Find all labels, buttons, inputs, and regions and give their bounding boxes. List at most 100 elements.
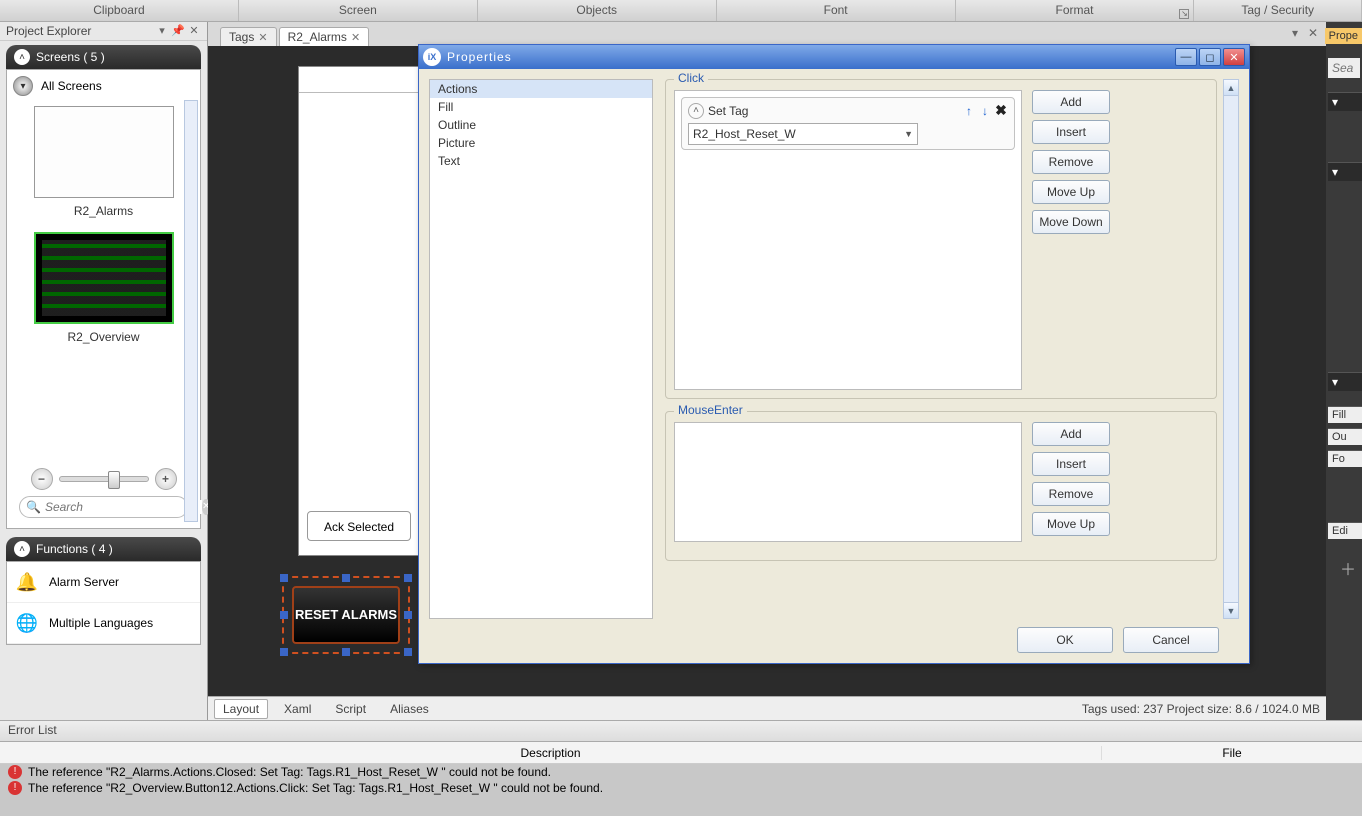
screens-accordion-header[interactable]: ˄ Screens ( 5 ) <box>6 45 201 69</box>
screen-thumb-r2-alarms[interactable] <box>34 106 174 198</box>
cancel-button[interactable]: Cancel <box>1123 627 1219 653</box>
insert-button[interactable]: Insert <box>1032 452 1110 476</box>
column-description[interactable]: Description <box>0 746 1102 760</box>
reset-alarms-button[interactable]: RESET ALARMS <box>292 586 400 644</box>
properties-panel-tab[interactable]: Prope <box>1325 28 1362 44</box>
ribbon-group-format[interactable]: Format↘ <box>956 0 1195 21</box>
view-tab-xaml[interactable]: Xaml <box>276 700 319 718</box>
scroll-down-icon[interactable]: ▼ <box>1224 602 1238 618</box>
ribbon-group-screen[interactable]: Screen <box>239 0 478 21</box>
status-text: Tags used: 237 Project size: 8.6 / 1024.… <box>1082 702 1320 716</box>
collapse-icon[interactable]: ˄ <box>688 103 704 119</box>
zoom-out-button[interactable]: − <box>31 468 53 490</box>
move-down-icon[interactable]: ↓ <box>978 104 992 118</box>
error-row[interactable]: ! The reference "R2_Overview.Button12.Ac… <box>0 780 1362 796</box>
bell-icon: 🔔 <box>13 568 41 596</box>
screens-search[interactable]: 🔍 ✕ <box>19 496 188 518</box>
tag-dropdown[interactable]: R2_Host_Reset_W▼ <box>688 123 918 145</box>
tabs-close-icon[interactable]: ✕ <box>1308 26 1318 40</box>
dialog-title: Properties <box>447 50 512 64</box>
error-text: The reference "R2_Alarms.Actions.Closed:… <box>28 765 551 779</box>
panel-pin-icon[interactable]: 📌 <box>171 24 185 38</box>
category-picture[interactable]: Picture <box>430 134 652 152</box>
move-down-button[interactable]: Move Down <box>1032 210 1110 234</box>
screens-list: ▾ All Screens R2_Alarms R2_Overview − + <box>6 69 201 529</box>
ack-selected-button[interactable]: Ack Selected <box>307 511 411 541</box>
remove-button[interactable]: Remove <box>1032 150 1110 174</box>
insert-button[interactable]: Insert <box>1032 120 1110 144</box>
all-screens-item[interactable]: ▾ All Screens <box>13 76 194 96</box>
mouseenter-actions-list <box>674 422 1022 542</box>
right-item-outline[interactable]: Ou <box>1328 428 1362 445</box>
error-icon: ! <box>8 765 22 779</box>
close-icon[interactable]: ✕ <box>351 31 360 44</box>
close-icon[interactable]: ✕ <box>258 31 267 44</box>
selected-element[interactable]: RESET ALARMS <box>282 576 410 654</box>
error-list-title[interactable]: Error List <box>0 720 1362 742</box>
delete-icon[interactable]: ✖ <box>994 102 1008 119</box>
click-event-group: Click ˄ Set Tag ↑ ↓ ✖ <box>665 79 1217 399</box>
right-section[interactable]: ▾ <box>1328 92 1362 111</box>
screens-scrollbar[interactable] <box>184 100 198 522</box>
view-tab-script[interactable]: Script <box>327 700 374 718</box>
dialog-scrollbar[interactable]: ▲ ▼ <box>1223 79 1239 619</box>
category-outline[interactable]: Outline <box>430 116 652 134</box>
panel-dropdown-icon[interactable]: ▾ <box>155 24 169 38</box>
error-row[interactable]: ! The reference "R2_Alarms.Actions.Close… <box>0 764 1362 780</box>
add-button[interactable]: Add <box>1032 422 1110 446</box>
add-button[interactable]: Add <box>1032 90 1110 114</box>
right-search[interactable] <box>1328 58 1360 78</box>
move-up-button[interactable]: Move Up <box>1032 512 1110 536</box>
remove-button[interactable]: Remove <box>1032 482 1110 506</box>
zoom-slider[interactable] <box>59 476 149 482</box>
tab-r2-alarms[interactable]: R2_Alarms✕ <box>279 27 370 46</box>
right-section[interactable]: ▾ <box>1328 372 1362 391</box>
format-dialog-launcher-icon[interactable]: ↘ <box>1179 9 1189 19</box>
ribbon-group-clipboard[interactable]: Clipboard <box>0 0 239 21</box>
tab-tags[interactable]: Tags✕ <box>220 27 277 46</box>
ribbon-group-objects[interactable]: Objects <box>478 0 717 21</box>
right-search-input[interactable] <box>1328 58 1360 78</box>
ok-button[interactable]: OK <box>1017 627 1113 653</box>
right-section[interactable]: ▾ <box>1328 162 1362 181</box>
function-alarm-server[interactable]: 🔔 Alarm Server <box>7 562 200 603</box>
zoom-in-icon[interactable]: ＋ <box>1340 556 1356 580</box>
view-tab-layout[interactable]: Layout <box>214 699 268 719</box>
search-input[interactable] <box>45 500 202 514</box>
move-up-icon[interactable]: ↑ <box>962 104 976 118</box>
error-list-header: Description File <box>0 742 1362 764</box>
column-file[interactable]: File <box>1102 746 1362 760</box>
maximize-button[interactable]: ◻ <box>1199 48 1221 66</box>
view-tabs: Layout Xaml Script Aliases Tags used: 23… <box>208 696 1326 720</box>
error-icon: ! <box>8 781 22 795</box>
tabs-dropdown-icon[interactable]: ▾ <box>1292 26 1298 40</box>
mouseenter-event-group: MouseEnter Add Insert Remove Move Up <box>665 411 1217 561</box>
right-item-fill[interactable]: Fill <box>1328 406 1362 423</box>
chevron-up-icon: ˄ <box>14 541 30 557</box>
ribbon-group-font[interactable]: Font <box>717 0 956 21</box>
minimize-button[interactable]: — <box>1175 48 1197 66</box>
error-text: The reference "R2_Overview.Button12.Acti… <box>28 781 603 795</box>
thumb-label: R2_Alarms <box>13 204 194 218</box>
category-fill[interactable]: Fill <box>430 98 652 116</box>
chevron-up-icon: ˄ <box>14 49 30 65</box>
dialog-titlebar[interactable]: iX Properties — ◻ ✕ <box>419 45 1249 69</box>
right-item-font[interactable]: Fo <box>1328 450 1362 467</box>
ribbon-group-tag-security[interactable]: Tag / Security <box>1194 0 1362 21</box>
app-logo-icon: iX <box>423 48 441 66</box>
properties-categories: Actions Fill Outline Picture Text <box>429 79 653 619</box>
close-button[interactable]: ✕ <box>1223 48 1245 66</box>
category-text[interactable]: Text <box>430 152 652 170</box>
screen-thumb-r2-overview[interactable] <box>34 232 174 324</box>
zoom-in-button[interactable]: + <box>155 468 177 490</box>
panel-close-icon[interactable]: ✕ <box>187 24 201 38</box>
action-set-tag[interactable]: ˄ Set Tag ↑ ↓ ✖ R2_Host_Reset_W▼ <box>681 97 1015 150</box>
category-actions[interactable]: Actions <box>430 80 652 98</box>
view-tab-aliases[interactable]: Aliases <box>382 700 437 718</box>
scroll-up-icon[interactable]: ▲ <box>1224 80 1238 96</box>
chevron-down-icon: ▼ <box>904 129 913 139</box>
function-multiple-languages[interactable]: 🌐 Multiple Languages <box>7 603 200 644</box>
functions-accordion-header[interactable]: ˄ Functions ( 4 ) <box>6 537 201 561</box>
right-item-edit[interactable]: Edi <box>1328 522 1362 539</box>
move-up-button[interactable]: Move Up <box>1032 180 1110 204</box>
